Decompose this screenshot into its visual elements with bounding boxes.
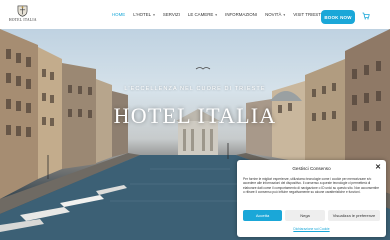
consent-title: Gestisci Consenso (292, 166, 331, 171)
nav-item-camere[interactable]: LE CAMERE ▾ (188, 12, 217, 17)
nav-item-novita[interactable]: NOVITÀ ▾ (265, 12, 285, 17)
chevron-down-icon: ▾ (215, 12, 218, 17)
nav-item-hotel[interactable]: L'HOTEL ▾ (133, 12, 155, 17)
view-preferences-button[interactable]: Visualizza le preferenze (328, 210, 380, 221)
close-icon[interactable]: ✕ (375, 164, 381, 171)
cookie-consent-dialog: Gestisci Consenso ✕ Per fornire le migli… (237, 160, 386, 237)
nav-label: SERVIZI (162, 12, 180, 17)
shopping-cart-icon[interactable] (362, 12, 370, 20)
nav-label: HOME (112, 12, 126, 17)
consent-body: Per fornire le migliori esperienze, util… (243, 177, 380, 194)
nav-label: VISIT TRIESTE (293, 12, 324, 17)
nav-item-informazioni[interactable]: INFORMAZIONI (225, 12, 257, 17)
nav-label: INFORMAZIONI (225, 12, 258, 17)
chevron-down-icon: ▾ (283, 12, 286, 17)
nav-item-visit-trieste[interactable]: VISIT TRIESTE (293, 12, 324, 17)
site-header: HOTEL ITALIA HOME L'HOTEL ▾ SERVIZI LE CA… (0, 0, 390, 29)
hero-tagline: L'ECCELLENZA NEL CUORE DI TRIESTE (124, 86, 266, 92)
nav-item-home[interactable]: HOME (112, 12, 125, 17)
crest-icon (17, 5, 27, 17)
hero-title: HOTEL ITALIA (113, 103, 277, 128)
book-now-button[interactable]: BOOK NOW (321, 10, 355, 24)
accept-button[interactable]: Accetta (243, 210, 282, 221)
page: HOTEL ITALIA HOME L'HOTEL ▾ SERVIZI LE CA… (0, 0, 390, 240)
logo-text: HOTEL ITALIA (9, 18, 37, 22)
nav-label: L'HOTEL (133, 12, 152, 17)
hotel-logo[interactable]: HOTEL ITALIA (9, 4, 37, 28)
nav-item-servizi[interactable]: SERVIZI (163, 12, 180, 17)
main-nav: HOME L'HOTEL ▾ SERVIZI LE CAMERE ▾ INFORMA… (112, 0, 332, 29)
deny-button[interactable]: Nega (285, 210, 325, 221)
nav-label: NOVITÀ (265, 12, 282, 17)
cookie-policy-link[interactable]: Dichiarazione sui Cookie (237, 227, 386, 231)
nav-label: LE CAMERE (187, 12, 214, 17)
chevron-down-icon: ▾ (153, 12, 155, 17)
